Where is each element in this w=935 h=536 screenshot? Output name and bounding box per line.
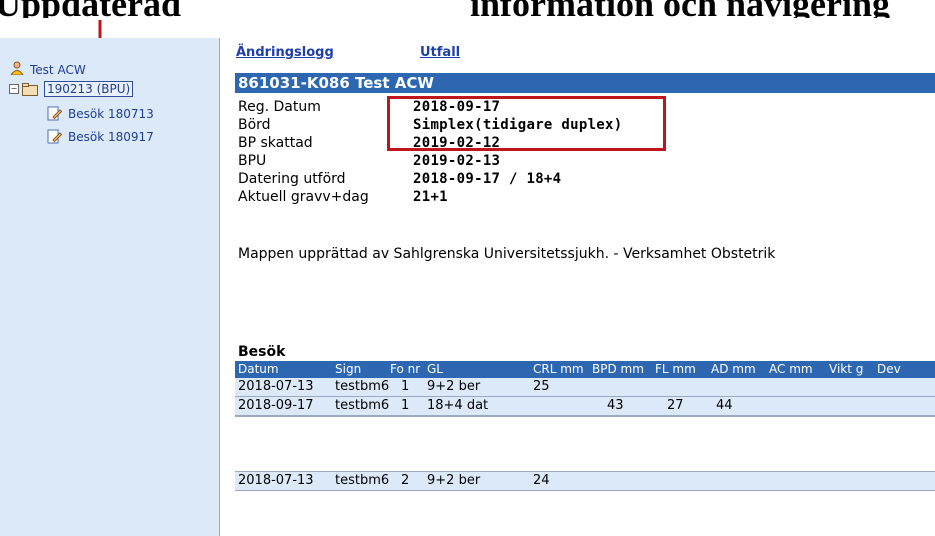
column-header: FL mm: [655, 362, 696, 376]
tree-pregnancy-label: 190213 (BPU): [44, 81, 134, 97]
tree-visit-1[interactable]: Besök 180713: [47, 106, 154, 121]
table-cell: 18+4 dat: [427, 398, 489, 413]
column-header: Vikt g: [829, 362, 864, 376]
tree-root-patient[interactable]: Test ACW: [10, 59, 86, 77]
field-value: 21+1: [413, 189, 448, 205]
table-cell: 43: [607, 398, 624, 413]
field-value: 2019-02-13: [413, 153, 501, 169]
patient-header: 861031-K086 Test ACW: [235, 73, 935, 93]
table-row[interactable]: 2018-07-13 testbm6 2 9+2 ber 24: [235, 472, 935, 491]
table-cell: 25: [533, 379, 550, 394]
table-cell: 44: [716, 398, 733, 413]
column-header: AC mm: [769, 362, 813, 376]
table-cell: 2: [401, 473, 410, 488]
column-header: Fo nr: [390, 362, 421, 376]
column-header: Datum: [238, 362, 279, 376]
folder-icon: [22, 82, 38, 96]
top-caption: Uppdaterad information och navigering: [0, 0, 935, 18]
visits-title: Besök: [238, 344, 286, 360]
table-spacer-row: [235, 416, 935, 472]
column-header: Sign: [335, 362, 362, 376]
field-label: Aktuell gravv+dag: [238, 189, 369, 205]
tree-visit-label: Besök 180713: [68, 106, 154, 121]
table-cell: testbm6: [335, 398, 390, 413]
caption-right: information och navigering: [470, 0, 890, 18]
main-panel: Ändringslogg Utfall 861031-K086 Test ACW…: [220, 38, 935, 536]
field-value: 2018-09-17 / 18+4: [413, 171, 562, 187]
tree-root-label: Test ACW: [30, 63, 86, 77]
column-header: CRL mm: [533, 362, 584, 376]
table-row[interactable]: 2018-09-17 testbm6 1 18+4 dat 43 27 44: [235, 397, 935, 416]
table-cell: testbm6: [335, 473, 390, 488]
change-log-link[interactable]: Ändringslogg: [236, 45, 334, 60]
field-label: Reg. Datum: [238, 99, 321, 115]
table-header: Datum Sign Fo nr GL CRL mm BPD mm FL mm …: [235, 361, 935, 378]
highlight-box: [387, 96, 666, 151]
field-label: Börd: [238, 117, 271, 133]
tree-pregnancy-item[interactable]: − 190213 (BPU): [9, 81, 134, 97]
outcome-link[interactable]: Utfall: [420, 45, 460, 60]
table-cell: 27: [667, 398, 684, 413]
edit-document-icon: [47, 129, 62, 144]
table-row[interactable]: 2018-07-13 testbm6 1 9+2 ber 25: [235, 378, 935, 397]
column-header: BPD mm: [592, 362, 644, 376]
table-cell: 24: [533, 473, 550, 488]
table-cell: 1: [401, 379, 410, 394]
table-cell: 2018-07-13: [238, 473, 314, 488]
edit-document-icon: [47, 106, 62, 121]
column-header: Dev: [877, 362, 901, 376]
table-cell: 2018-09-17: [238, 398, 314, 413]
field-label: BP skattad: [238, 135, 313, 151]
column-header: AD mm: [711, 362, 756, 376]
column-header: GL: [427, 362, 443, 376]
table-cell: 1: [401, 398, 410, 413]
collapse-icon[interactable]: −: [9, 84, 19, 94]
visits-table: Datum Sign Fo nr GL CRL mm BPD mm FL mm …: [235, 361, 935, 491]
tree-visit-label: Besök 180917: [68, 129, 154, 144]
tree-visit-2[interactable]: Besök 180917: [47, 129, 154, 144]
field-label: BPU: [238, 153, 267, 169]
table-cell: 9+2 ber: [427, 379, 481, 394]
table-cell: 9+2 ber: [427, 473, 481, 488]
table-cell: testbm6: [335, 379, 390, 394]
sidebar: Test ACW − 190213 (BPU) Besök 180713 Bes…: [0, 38, 220, 536]
record-origin-text: Mappen upprättad av Sahlgrenska Universi…: [238, 246, 776, 262]
table-cell: 2018-07-13: [238, 379, 314, 394]
field-label: Datering utförd: [238, 171, 346, 187]
person-icon: [10, 61, 24, 75]
